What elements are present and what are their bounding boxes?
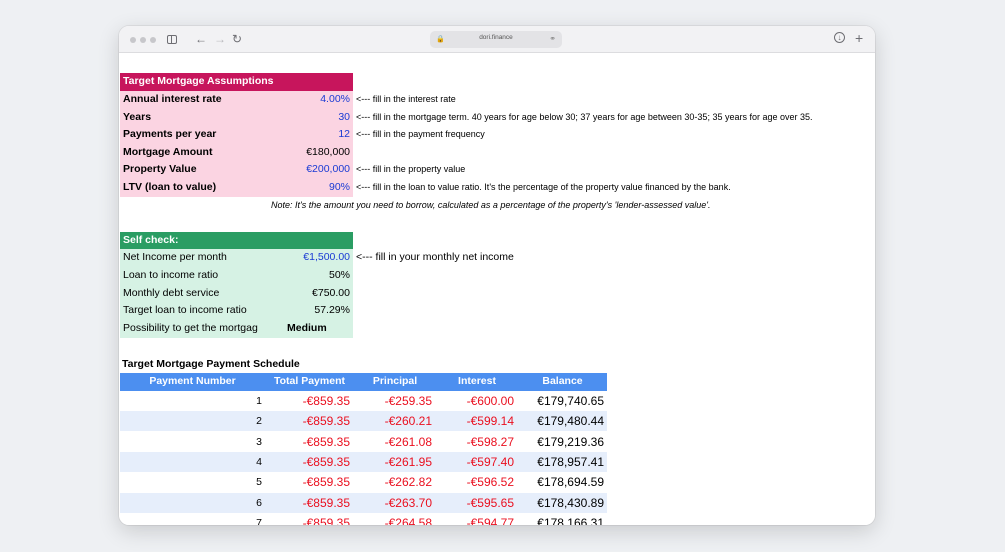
self-check-label: Possibility to get the mortgag: [120, 320, 283, 338]
ltv-input[interactable]: 90%: [290, 179, 353, 197]
assumptions-header: Target Mortgage Assumptions: [120, 73, 353, 91]
debt-service-value[interactable]: €750.00: [283, 285, 353, 303]
column-header-payment-number[interactable]: Payment Number: [120, 373, 265, 391]
principal-cell[interactable]: -€262.82: [354, 472, 436, 492]
assumption-note: <--- fill in the interest rate: [356, 94, 456, 104]
loan-to-income-value[interactable]: 50%: [283, 267, 353, 285]
reload-icon[interactable]: ↻: [232, 32, 242, 46]
self-check-label: Net Income per month: [120, 249, 283, 267]
assumption-label: Annual interest rate: [120, 91, 290, 109]
assumption-label: Mortgage Amount: [120, 144, 290, 162]
assumption-label: Property Value: [120, 161, 290, 179]
payment-number-cell[interactable]: 1: [120, 391, 265, 411]
interest-cell[interactable]: -€600.00: [436, 391, 518, 411]
browser-window: ← → ↻ 🔒 dori.finance ⚭ ↓ + Target Mortga…: [119, 26, 875, 525]
payment-number-cell[interactable]: 5: [120, 472, 265, 492]
sidebar-icon[interactable]: [167, 35, 177, 44]
payments-per-year-input[interactable]: 12: [290, 126, 353, 144]
self-check-label: Loan to income ratio: [120, 267, 283, 285]
total-payment-cell[interactable]: -€859.35: [265, 472, 354, 492]
link-icon[interactable]: ⚭: [549, 34, 556, 43]
principal-cell[interactable]: -€260.21: [354, 411, 436, 432]
principal-cell[interactable]: -€263.70: [354, 492, 436, 513]
mortgage-amount-value[interactable]: €180,000: [290, 144, 353, 162]
interest-cell[interactable]: -€597.40: [436, 451, 518, 472]
interest-cell[interactable]: -€596.52: [436, 472, 518, 492]
assumption-label: Years: [120, 109, 290, 127]
interest-cell[interactable]: -€594.77: [436, 513, 518, 525]
close-window-button[interactable]: [130, 37, 136, 43]
total-payment-cell[interactable]: -€859.35: [265, 492, 354, 513]
net-income-input[interactable]: €1,500.00: [283, 249, 353, 267]
assumption-label: LTV (loan to value): [120, 179, 290, 197]
download-icon[interactable]: ↓: [834, 32, 845, 43]
interest-rate-input[interactable]: 4.00%: [290, 91, 353, 109]
balance-cell[interactable]: €178,166.31: [518, 513, 607, 525]
payment-number-cell[interactable]: 2: [120, 411, 265, 432]
column-header-interest[interactable]: Interest: [436, 373, 518, 391]
principal-cell[interactable]: -€261.95: [354, 451, 436, 472]
column-header-total-payment[interactable]: Total Payment: [265, 373, 354, 391]
payment-number-cell[interactable]: 4: [120, 451, 265, 472]
total-payment-cell[interactable]: -€859.35: [265, 451, 354, 472]
zoom-window-button[interactable]: [150, 37, 156, 43]
total-payment-cell[interactable]: -€859.35: [265, 432, 354, 452]
balance-cell[interactable]: €178,430.89: [518, 492, 607, 513]
principal-cell[interactable]: -€264.58: [354, 513, 436, 525]
column-header-balance[interactable]: Balance: [518, 373, 607, 391]
balance-cell[interactable]: €179,219.36: [518, 432, 607, 452]
total-payment-cell[interactable]: -€859.35: [265, 391, 354, 411]
forward-icon[interactable]: →: [214, 32, 226, 46]
interest-cell[interactable]: -€599.14: [436, 411, 518, 432]
column-header-principal[interactable]: Principal: [354, 373, 436, 391]
assumptions-footnote: Note: It's the amount you need to borrow…: [271, 200, 711, 210]
new-tab-icon[interactable]: +: [855, 31, 863, 45]
total-payment-cell[interactable]: -€859.35: [265, 513, 354, 525]
principal-cell[interactable]: -€261.08: [354, 432, 436, 452]
self-check-label: Monthly debt service: [120, 285, 283, 303]
balance-cell[interactable]: €179,480.44: [518, 411, 607, 432]
payment-number-cell[interactable]: 6: [120, 492, 265, 513]
possibility-value[interactable]: Medium: [283, 320, 353, 338]
self-check-note: <--- fill in your monthly net income: [356, 251, 514, 263]
address-url: dori.finance: [479, 34, 513, 41]
schedule-title: Target Mortgage Payment Schedule: [122, 358, 300, 370]
payment-number-cell[interactable]: 7: [120, 513, 265, 525]
self-check-label: Target loan to income ratio: [120, 302, 283, 320]
address-bar[interactable]: 🔒 dori.finance ⚭: [430, 31, 562, 48]
property-value-input[interactable]: €200,000: [290, 161, 353, 179]
payment-number-cell[interactable]: 3: [120, 432, 265, 452]
total-payment-cell[interactable]: -€859.35: [265, 411, 354, 432]
interest-cell[interactable]: -€598.27: [436, 432, 518, 452]
spreadsheet-content: Target Mortgage Assumptions Annual inter…: [119, 54, 875, 525]
back-icon[interactable]: ←: [195, 32, 207, 46]
assumption-note: <--- fill in the payment frequency: [356, 129, 485, 139]
assumption-label: Payments per year: [120, 126, 290, 144]
assumption-note: <--- fill in the property value: [356, 164, 466, 174]
years-input[interactable]: 30: [290, 109, 353, 127]
self-check-header: Self check:: [120, 232, 353, 250]
assumption-note: <--- fill in the loan to value ratio. It…: [356, 182, 731, 192]
target-ratio-value[interactable]: 57.29%: [283, 302, 353, 320]
balance-cell[interactable]: €179,740.65: [518, 391, 607, 411]
principal-cell[interactable]: -€259.35: [354, 391, 436, 411]
balance-cell[interactable]: €178,694.59: [518, 472, 607, 492]
assumption-note: <--- fill in the mortgage term. 40 years…: [356, 112, 813, 122]
minimize-window-button[interactable]: [140, 37, 146, 43]
browser-toolbar: ← → ↻ 🔒 dori.finance ⚭ ↓ +: [119, 26, 875, 53]
balance-cell[interactable]: €178,957.41: [518, 451, 607, 472]
interest-cell[interactable]: -€595.65: [436, 492, 518, 513]
